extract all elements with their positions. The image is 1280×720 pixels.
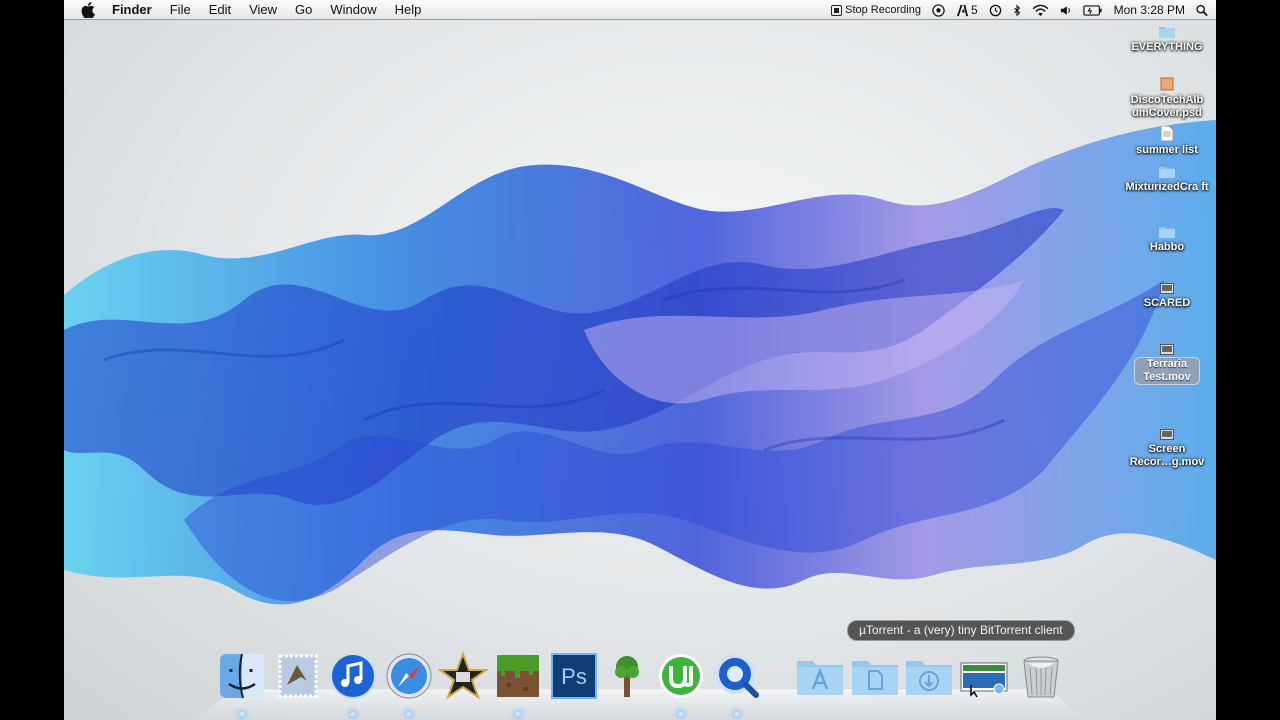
screen-capture-thumbnail-icon <box>960 662 1008 698</box>
app-menu-finder[interactable]: Finder <box>112 0 161 20</box>
dock-minecraft[interactable] <box>492 650 544 702</box>
stop-icon <box>831 4 843 16</box>
stop-recording-label: Stop Recording <box>845 4 921 16</box>
desktop-item-terraria-test[interactable]: Terraria Test.mov <box>1119 344 1215 385</box>
menu-go[interactable]: Go <box>286 0 321 20</box>
desktop-item-label: Screen Recor…g.mov <box>1129 443 1205 468</box>
bluetooth-icon[interactable] <box>1013 3 1021 17</box>
trash-can-icon <box>1023 656 1059 698</box>
dock-imovie[interactable] <box>437 650 489 702</box>
desktop-item-discotech-psd[interactable]: DiscoTechAlb umCover.psd <box>1119 77 1215 121</box>
downloads-folder-icon <box>906 661 952 695</box>
desktop-item-everything[interactable]: EVERYTHING <box>1119 25 1215 55</box>
applications-folder-icon <box>797 661 843 695</box>
documents-folder-icon <box>852 661 898 695</box>
dock-quicktime[interactable] <box>711 650 763 702</box>
stop-recording-menu[interactable]: Stop Recording <box>831 4 921 16</box>
desktop-item-habbo[interactable]: Habbo <box>1119 225 1215 255</box>
finder-icon <box>220 653 264 699</box>
folder-icon <box>1119 25 1215 38</box>
running-indicator <box>734 712 740 716</box>
dock-tooltip: µTorrent - a (very) tiny BitTorrent clie… <box>847 620 1075 641</box>
menubar-clock[interactable]: Mon 3:28 PM <box>1114 3 1185 17</box>
menu-edit[interactable]: Edit <box>200 0 240 20</box>
dock-finder[interactable] <box>216 650 268 702</box>
dock-downloads-stack[interactable] <box>903 650 955 702</box>
running-indicator <box>678 712 684 716</box>
safari-compass-icon <box>386 653 432 699</box>
desktop-item-label: SCARED <box>1143 297 1191 309</box>
itunes-icon <box>330 653 376 699</box>
dock-terraria[interactable] <box>601 650 653 702</box>
dock-itunes[interactable] <box>327 650 379 702</box>
movie-file-icon <box>1119 283 1215 294</box>
dock-documents-stack[interactable] <box>849 650 901 702</box>
terraria-tree-icon <box>615 656 639 697</box>
running-indicator <box>406 712 412 716</box>
time-machine-icon[interactable] <box>989 4 1002 17</box>
utorrent-icon <box>659 654 703 698</box>
dock-trash[interactable] <box>1015 650 1067 702</box>
wifi-icon[interactable] <box>1032 4 1049 17</box>
movie-file-icon <box>1119 429 1215 440</box>
movie-file-icon <box>1119 344 1215 355</box>
running-indicator <box>239 712 245 716</box>
dock-applications-stack[interactable] <box>794 650 846 702</box>
desktop-item-summer-list[interactable]: summer list <box>1119 126 1215 158</box>
desktop-item-label: Terraria Test.mov <box>1134 357 1200 385</box>
minecraft-grass-block-icon <box>497 655 539 697</box>
adobe-updater-menu[interactable]: 5 <box>956 3 978 17</box>
apple-menu-icon[interactable] <box>64 2 112 18</box>
adobe-badge: 5 <box>970 3 978 17</box>
soccer-ball-icon[interactable] <box>932 3 945 17</box>
desktop-item-label: summer list <box>1136 144 1198 156</box>
running-indicator <box>350 712 356 716</box>
adobe-icon <box>956 4 969 16</box>
desktop-item-label: Habbo <box>1149 241 1185 253</box>
volume-icon[interactable] <box>1060 4 1072 17</box>
text-file-icon <box>1119 126 1215 141</box>
quicktime-icon <box>715 654 759 698</box>
menu-bar: Finder File Edit View Go Window Help Sto… <box>64 0 1216 20</box>
desktop-screen: Finder File Edit View Go Window Help Sto… <box>64 0 1216 720</box>
spotlight-search-icon[interactable] <box>1196 4 1208 17</box>
menu-file[interactable]: File <box>161 0 200 20</box>
photoshop-icon: Ps <box>551 653 597 699</box>
wallpaper <box>64 120 1216 605</box>
desktop-item-scared[interactable]: SCARED <box>1119 283 1215 311</box>
menu-view[interactable]: View <box>240 0 286 20</box>
desktop-item-label: EVERYTHING <box>1131 41 1203 53</box>
dock-screen-capture[interactable] <box>958 650 1010 702</box>
menu-window[interactable]: Window <box>321 0 385 20</box>
running-indicator <box>515 712 521 716</box>
mail-stamp-icon <box>278 654 318 698</box>
folder-icon <box>1119 225 1215 238</box>
desktop-item-mixturizedcraft[interactable]: MixturizedCra ft <box>1119 165 1215 195</box>
menu-help[interactable]: Help <box>386 0 431 20</box>
imovie-star-icon <box>438 651 488 700</box>
battery-icon[interactable] <box>1082 4 1103 17</box>
dock-utorrent[interactable] <box>655 650 707 702</box>
dock-safari[interactable] <box>383 650 435 702</box>
dock-mail[interactable] <box>272 650 324 702</box>
psd-file-icon <box>1119 77 1215 91</box>
photoshop-ps-label: Ps <box>561 664 587 689</box>
desktop-item-label: MixturizedCra ft <box>1125 181 1209 193</box>
desktop-item-label: DiscoTechAlb umCover.psd <box>1130 94 1204 119</box>
dock-photoshop[interactable]: Ps <box>548 650 600 702</box>
desktop-item-screen-recording[interactable]: Screen Recor…g.mov <box>1119 429 1215 470</box>
folder-icon <box>1119 165 1215 178</box>
